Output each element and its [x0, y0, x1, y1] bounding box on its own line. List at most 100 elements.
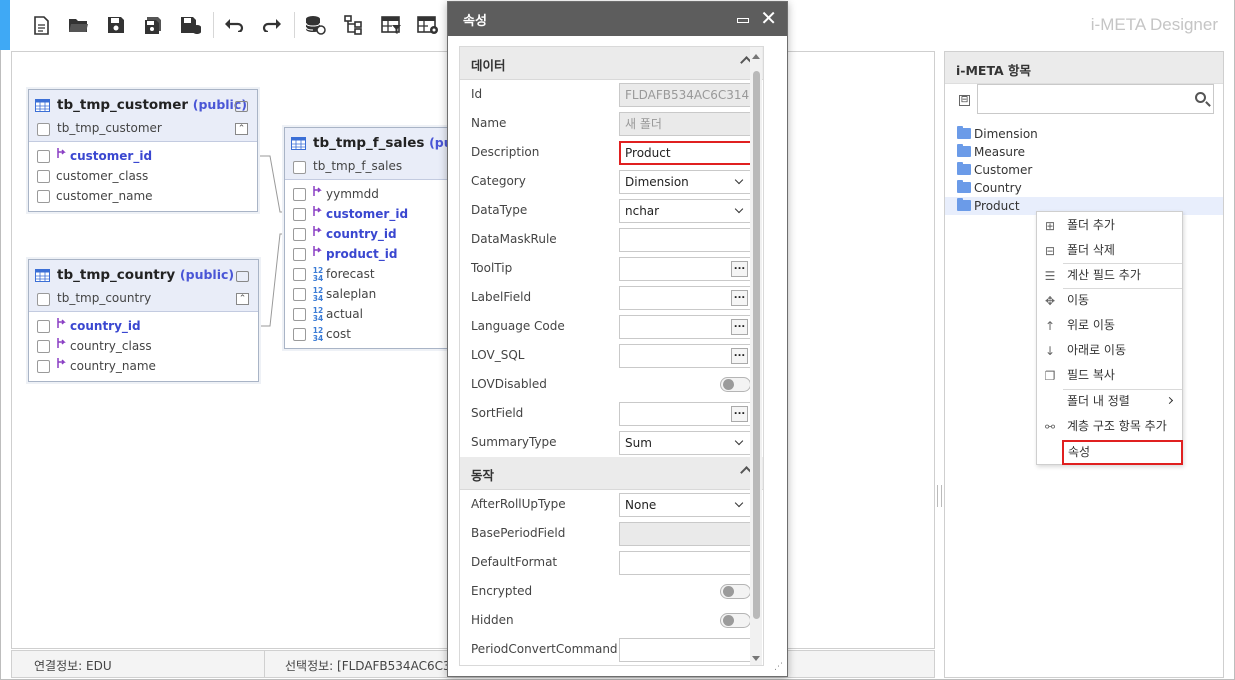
- entity-field[interactable]: country_name: [29, 356, 258, 376]
- entity-select-all-checkbox[interactable]: [293, 161, 306, 174]
- datatype-select[interactable]: nchar: [619, 199, 752, 223]
- field-checkbox[interactable]: [293, 228, 306, 241]
- field-checkbox[interactable]: [293, 328, 306, 341]
- afterrolluptype-select[interactable]: None: [619, 493, 752, 517]
- open-folder-icon[interactable]: [66, 13, 90, 37]
- entity-select-all-checkbox[interactable]: [37, 293, 50, 306]
- field-checkbox[interactable]: [293, 308, 306, 321]
- field-checkbox[interactable]: [37, 150, 50, 163]
- language-code-field[interactable]: ...: [619, 315, 752, 339]
- redo-icon[interactable]: [260, 13, 284, 37]
- field-checkbox[interactable]: [293, 268, 306, 281]
- menu-delete-folder[interactable]: ⊟ 폴더 삭제: [1037, 238, 1182, 263]
- entity-tb-tmp-country[interactable]: tb_tmp_country (public) tb_tmp_country ⌃…: [28, 259, 259, 382]
- entity-select-all-checkbox[interactable]: [37, 123, 50, 136]
- entity-field[interactable]: yymmdd: [285, 184, 453, 204]
- encrypted-toggle[interactable]: [720, 584, 751, 599]
- ellipsis-button[interactable]: ...: [731, 290, 748, 306]
- database-link-icon[interactable]: [303, 13, 327, 37]
- summarytype-select[interactable]: Sum: [619, 431, 752, 455]
- field-checkbox[interactable]: [37, 340, 50, 353]
- ellipsis-button[interactable]: ...: [731, 319, 748, 335]
- periodconvertcommand-field[interactable]: [619, 638, 752, 662]
- section-data[interactable]: 데이터: [460, 47, 763, 80]
- collapse-up-icon[interactable]: ⌃: [235, 123, 248, 135]
- tree-item-dimension[interactable]: Dimension: [945, 125, 1223, 143]
- property-scrollbar[interactable]: [750, 47, 762, 665]
- scroll-thumb[interactable]: [753, 71, 760, 619]
- collapse-up-icon[interactable]: ⌃: [236, 293, 249, 305]
- undo-icon[interactable]: [222, 13, 246, 37]
- field-checkbox[interactable]: [293, 288, 306, 301]
- minimize-icon[interactable]: [737, 18, 749, 23]
- field-checkbox[interactable]: [37, 320, 50, 333]
- tree-item-country[interactable]: Country: [945, 179, 1223, 197]
- entity-field[interactable]: product_id: [285, 244, 453, 264]
- collapse-all-icon[interactable]: ⊟: [959, 95, 970, 106]
- field-checkbox[interactable]: [37, 190, 50, 203]
- entity-field[interactable]: customer_name: [29, 186, 257, 206]
- menu-sort-in-folder[interactable]: 폴더 내 정렬: [1037, 389, 1182, 414]
- menu-add-folder[interactable]: ⊞ 폴더 추가: [1037, 213, 1182, 238]
- save-as-icon[interactable]: [179, 13, 203, 37]
- entity-field[interactable]: customer_id: [285, 204, 453, 224]
- entity-view-icon[interactable]: [235, 101, 248, 112]
- close-icon[interactable]: ✕: [760, 7, 777, 29]
- menu-add-hierarchy[interactable]: ⚯ 계층 구조 항목 추가: [1037, 414, 1182, 439]
- menu-move-down[interactable]: ↓ 아래로 이동: [1037, 338, 1182, 363]
- entity-field[interactable]: 12 34 cost: [285, 324, 453, 344]
- entity-tb-tmp-f-sales[interactable]: tb_tmp_f_sales (public) tb_tmp_f_sales y…: [284, 127, 483, 349]
- entity-field[interactable]: 12 34 actual: [285, 304, 453, 324]
- field-checkbox[interactable]: [37, 360, 50, 373]
- entity-field[interactable]: country_id: [285, 224, 453, 244]
- tree-item-measure[interactable]: Measure: [945, 143, 1223, 161]
- scroll-down-icon[interactable]: [752, 656, 760, 661]
- prop-value: FLDAFB534AC6C31413: [625, 88, 752, 102]
- search-icon[interactable]: [1195, 92, 1206, 103]
- new-document-icon[interactable]: [29, 13, 53, 37]
- entity-field[interactable]: customer_id: [29, 146, 257, 166]
- table-filter-icon[interactable]: [379, 13, 403, 37]
- menu-add-calc-field[interactable]: ☰ 계산 필드 추가: [1037, 263, 1182, 288]
- resize-grip-icon[interactable]: ⋰: [774, 662, 783, 672]
- menu-move[interactable]: ✥ 이동: [1037, 288, 1182, 313]
- hidden-toggle[interactable]: [720, 613, 751, 628]
- category-select[interactable]: Dimension: [619, 170, 752, 194]
- scroll-up-icon[interactable]: [752, 54, 760, 59]
- menu-copy-field[interactable]: ❐ 필드 복사: [1037, 363, 1182, 388]
- save-all-icon[interactable]: [141, 13, 165, 37]
- field-checkbox[interactable]: [293, 208, 306, 221]
- entity-tb-tmp-customer[interactable]: tb_tmp_customer (public) tb_tmp_customer…: [28, 89, 258, 212]
- entity-field[interactable]: country_class: [29, 336, 258, 356]
- panel-splitter[interactable]: [937, 485, 942, 507]
- field-checkbox[interactable]: [293, 248, 306, 261]
- hierarchy-icon[interactable]: [341, 13, 365, 37]
- prop-value: 새 폴더: [625, 117, 662, 131]
- entity-field[interactable]: 12 34 forecast: [285, 264, 453, 284]
- sortfield-field[interactable]: ...: [619, 402, 752, 426]
- table-settings-icon[interactable]: [416, 13, 440, 37]
- dialog-header[interactable]: 속성 ✕: [448, 2, 787, 36]
- labelfield-field[interactable]: ...: [619, 286, 752, 310]
- field-checkbox[interactable]: [37, 170, 50, 183]
- ellipsis-button[interactable]: ...: [731, 261, 748, 277]
- datamaskrule-field[interactable]: [619, 228, 752, 252]
- entity-view-icon[interactable]: [236, 271, 249, 282]
- entity-field[interactable]: 12 34 saleplan: [285, 284, 453, 304]
- save-icon[interactable]: [104, 13, 128, 37]
- tooltip-field[interactable]: ...: [619, 257, 752, 281]
- description-field[interactable]: Product: [619, 141, 752, 165]
- section-behavior[interactable]: 동작: [460, 457, 763, 490]
- menu-move-up[interactable]: ↑ 위로 이동: [1037, 313, 1182, 338]
- entity-field[interactable]: customer_class: [29, 166, 257, 186]
- defaultformat-field[interactable]: [619, 551, 752, 575]
- menu-properties[interactable]: 속성: [1062, 440, 1183, 465]
- ellipsis-button[interactable]: ...: [731, 406, 748, 422]
- lov-sql-field[interactable]: ...: [619, 344, 752, 368]
- lovdisabled-toggle[interactable]: [720, 377, 751, 392]
- tree-item-customer[interactable]: Customer: [945, 161, 1223, 179]
- ellipsis-button[interactable]: ...: [731, 348, 748, 364]
- search-input[interactable]: [977, 84, 1214, 114]
- entity-field[interactable]: country_id: [29, 316, 258, 336]
- field-checkbox[interactable]: [293, 188, 306, 201]
